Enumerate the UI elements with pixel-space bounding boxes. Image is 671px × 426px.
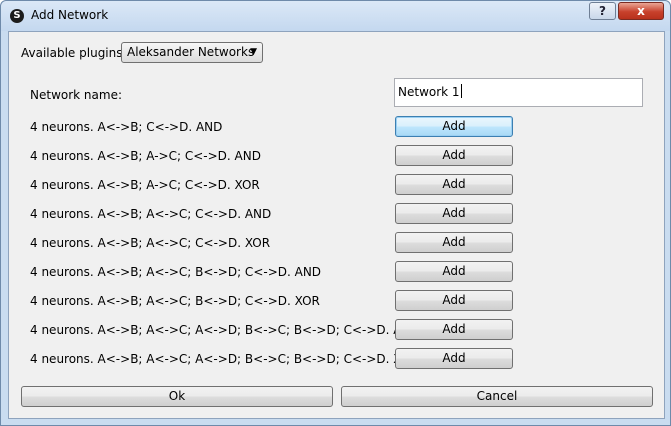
add-network-button[interactable]: Add	[395, 319, 513, 340]
network-option-label: 4 neurons. A<->B; A->C; C<->D. XOR	[30, 178, 260, 192]
title-bar: S Add Network ? x	[1, 1, 670, 31]
chevron-down-icon: ▼	[250, 47, 257, 57]
help-button[interactable]: ?	[589, 2, 616, 20]
add-network-button[interactable]: Add	[395, 290, 513, 311]
close-button[interactable]: x	[618, 2, 664, 20]
available-plugins-label: Available plugins:	[21, 46, 127, 60]
add-network-button[interactable]: Add	[395, 232, 513, 253]
plugins-dropdown-value: Aleksander Networks	[127, 45, 255, 59]
ok-button[interactable]: Ok	[21, 386, 333, 407]
network-option-label: 4 neurons. A<->B; A<->C; B<->D; C<->D. X…	[30, 294, 320, 308]
text-caret	[460, 84, 462, 98]
add-network-button[interactable]: Add	[395, 348, 513, 369]
network-option-label: 4 neurons. A<->B; A<->C; C<->D. XOR	[30, 236, 271, 250]
network-option-label: 4 neurons. A<->B; C<->D. AND	[30, 120, 223, 134]
network-option-label: 4 neurons. A<->B; A->C; C<->D. AND	[30, 149, 261, 163]
network-name-input[interactable]: Network 1	[394, 78, 643, 107]
network-option-label: 4 neurons. A<->B; A<->C; A<->D; B<->C; B…	[30, 352, 419, 366]
add-network-dialog: S Add Network ? x Available plugins: Ale…	[0, 0, 671, 426]
network-option-label: 4 neurons. A<->B; A<->C; A<->D; B<->C; B…	[30, 323, 420, 337]
add-network-button[interactable]: Add	[395, 116, 513, 137]
window-title: Add Network	[31, 8, 109, 22]
add-network-button[interactable]: Add	[395, 174, 513, 195]
add-network-button[interactable]: Add	[395, 261, 513, 282]
network-option-label: 4 neurons. A<->B; A<->C; B<->D; C<->D. A…	[30, 265, 322, 279]
app-icon: S	[10, 9, 24, 23]
add-network-button[interactable]: Add	[395, 145, 513, 166]
network-name-label: Network name:	[30, 88, 122, 102]
network-option-label: 4 neurons. A<->B; A<->C; C<->D. AND	[30, 207, 272, 221]
dialog-body: Available plugins: Aleksander Networks ▼…	[8, 31, 665, 419]
plugins-dropdown[interactable]: Aleksander Networks ▼	[121, 42, 263, 63]
add-network-button[interactable]: Add	[395, 203, 513, 224]
cancel-button[interactable]: Cancel	[341, 386, 653, 407]
network-name-value: Network 1	[398, 85, 460, 99]
